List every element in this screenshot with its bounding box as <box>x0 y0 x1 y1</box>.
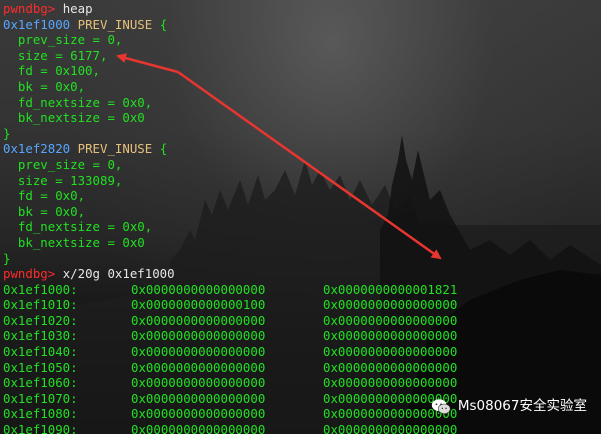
memory-address: 0x1ef1050: <box>3 359 78 375</box>
memory-address: 0x1ef1020: <box>3 312 78 328</box>
watermark: Ms08067安全实验室 <box>430 396 587 418</box>
memory-value: 0x0000000000000000 <box>131 281 266 297</box>
chunk-flag: PREV_INUSE <box>77 16 153 32</box>
open-brace: { <box>159 16 168 32</box>
chunk-field: prev_size = 0, <box>3 157 601 173</box>
memory-value: 0x0000000000000000 <box>323 422 458 434</box>
terminal-window[interactable]: pwndbg> heap 0x1ef1000 PREV_INUSE { prev… <box>0 0 601 434</box>
chunk-field: size = 6177, <box>3 48 601 64</box>
memory-value: 0x0000000000000000 <box>131 328 266 344</box>
memory-value: 0x0000000000000000 <box>131 375 266 391</box>
memory-value: 0x0000000000000000 <box>131 422 266 434</box>
prompt: pwndbg> <box>3 266 56 282</box>
memory-address: 0x1ef1030: <box>3 328 78 344</box>
command-text: heap <box>62 1 93 16</box>
chunk-header: 0x1ef2820 PREV_INUSE { <box>3 141 601 157</box>
memory-value: 0x0000000000000000 <box>323 312 458 328</box>
chunk-field: fd_nextsize = 0x0, <box>3 95 601 111</box>
chunk-field: fd_nextsize = 0x0, <box>3 219 601 235</box>
field-text: bk_nextsize = 0x0 <box>17 234 145 250</box>
memory-value: 0x0000000000001821 <box>323 281 458 297</box>
memory-row: 0x1ef1030: 0x0000000000000000 0x0000000000… <box>3 328 601 344</box>
prompt-line: pwndbg> x/20g 0x1ef1000 <box>3 266 601 282</box>
memory-address: 0x1ef1000: <box>3 281 78 297</box>
chunk-field: prev_size = 0, <box>3 32 601 48</box>
memory-address: 0x1ef1040: <box>3 344 78 360</box>
memory-row: 0x1ef1010: 0x0000000000000100 0x0000000000… <box>3 297 601 313</box>
chunk-address: 0x1ef2820 <box>3 141 71 157</box>
field-text: prev_size = 0, <box>17 32 123 48</box>
field-text: fd_nextsize = 0x0, <box>17 94 153 110</box>
watermark-text: Ms08067安全实验室 <box>457 398 587 415</box>
memory-row: 0x1ef1090: 0x0000000000000000 0x0000000000… <box>3 422 601 434</box>
memory-value: 0x0000000000000000 <box>323 328 458 344</box>
field-text: fd = 0x100, <box>17 63 100 79</box>
memory-row: 0x1ef1000: 0x0000000000000000 0x0000000000… <box>3 282 601 298</box>
chunk-field: bk_nextsize = 0x0 <box>3 110 601 126</box>
memory-value: 0x0000000000000000 <box>323 359 458 375</box>
memory-address: 0x1ef1070: <box>3 390 78 406</box>
field-text: size = 6177, <box>17 47 108 63</box>
wechat-icon <box>431 399 451 414</box>
prompt-line: pwndbg> heap <box>3 1 601 17</box>
chunk-header: 0x1ef1000 PREV_INUSE { <box>3 17 601 33</box>
command-text: x/20g 0x1ef1000 <box>62 266 175 282</box>
chunk-field: bk_nextsize = 0x0 <box>3 235 601 251</box>
memory-row: 0x1ef1060: 0x0000000000000000 0x0000000000… <box>3 375 601 391</box>
close-brace: } <box>3 250 11 266</box>
memory-value: 0x0000000000000000 <box>323 375 458 391</box>
chunk-field: size = 133089, <box>3 173 601 189</box>
field-text: bk_nextsize = 0x0 <box>17 110 145 126</box>
chunk-field: bk = 0x0, <box>3 204 601 220</box>
field-text: fd_nextsize = 0x0, <box>17 219 153 235</box>
field-text: bk = 0x0, <box>17 203 86 219</box>
memory-address: 0x1ef1010: <box>3 297 78 313</box>
field-text: bk = 0x0, <box>17 78 86 94</box>
chunk-field: fd = 0x0, <box>3 188 601 204</box>
memory-value: 0x0000000000000000 <box>323 344 458 360</box>
memory-value: 0x0000000000000000 <box>131 344 266 360</box>
field-text: size = 133089, <box>17 172 123 188</box>
field-text: prev_size = 0, <box>17 156 123 172</box>
memory-address: 0x1ef1060: <box>3 375 78 391</box>
close-brace: } <box>3 125 11 141</box>
memory-value: 0x0000000000000100 <box>131 297 266 313</box>
memory-value: 0x0000000000000000 <box>323 297 458 313</box>
memory-value: 0x0000000000000000 <box>131 312 266 328</box>
memory-value: 0x0000000000000000 <box>131 359 266 375</box>
open-brace: { <box>159 141 168 157</box>
memory-row: 0x1ef1040: 0x0000000000000000 0x0000000000… <box>3 344 601 360</box>
memory-row: 0x1ef1020: 0x0000000000000000 0x0000000000… <box>3 313 601 329</box>
field-text: fd = 0x0, <box>17 188 86 204</box>
memory-value: 0x0000000000000000 <box>131 406 266 422</box>
chunk-flag: PREV_INUSE <box>77 141 153 157</box>
terminal-output: pwndbg> heap 0x1ef1000 PREV_INUSE { prev… <box>3 1 601 434</box>
memory-address: 0x1ef1090: <box>3 422 78 434</box>
memory-value: 0x0000000000000000 <box>131 390 266 406</box>
memory-row: 0x1ef1050: 0x0000000000000000 0x0000000000… <box>3 360 601 376</box>
memory-address: 0x1ef1080: <box>3 406 78 422</box>
chunk-address: 0x1ef1000 <box>3 16 71 32</box>
chunk-field: bk = 0x0, <box>3 79 601 95</box>
chunk-field: fd = 0x100, <box>3 63 601 79</box>
prompt: pwndbg> <box>3 1 56 16</box>
